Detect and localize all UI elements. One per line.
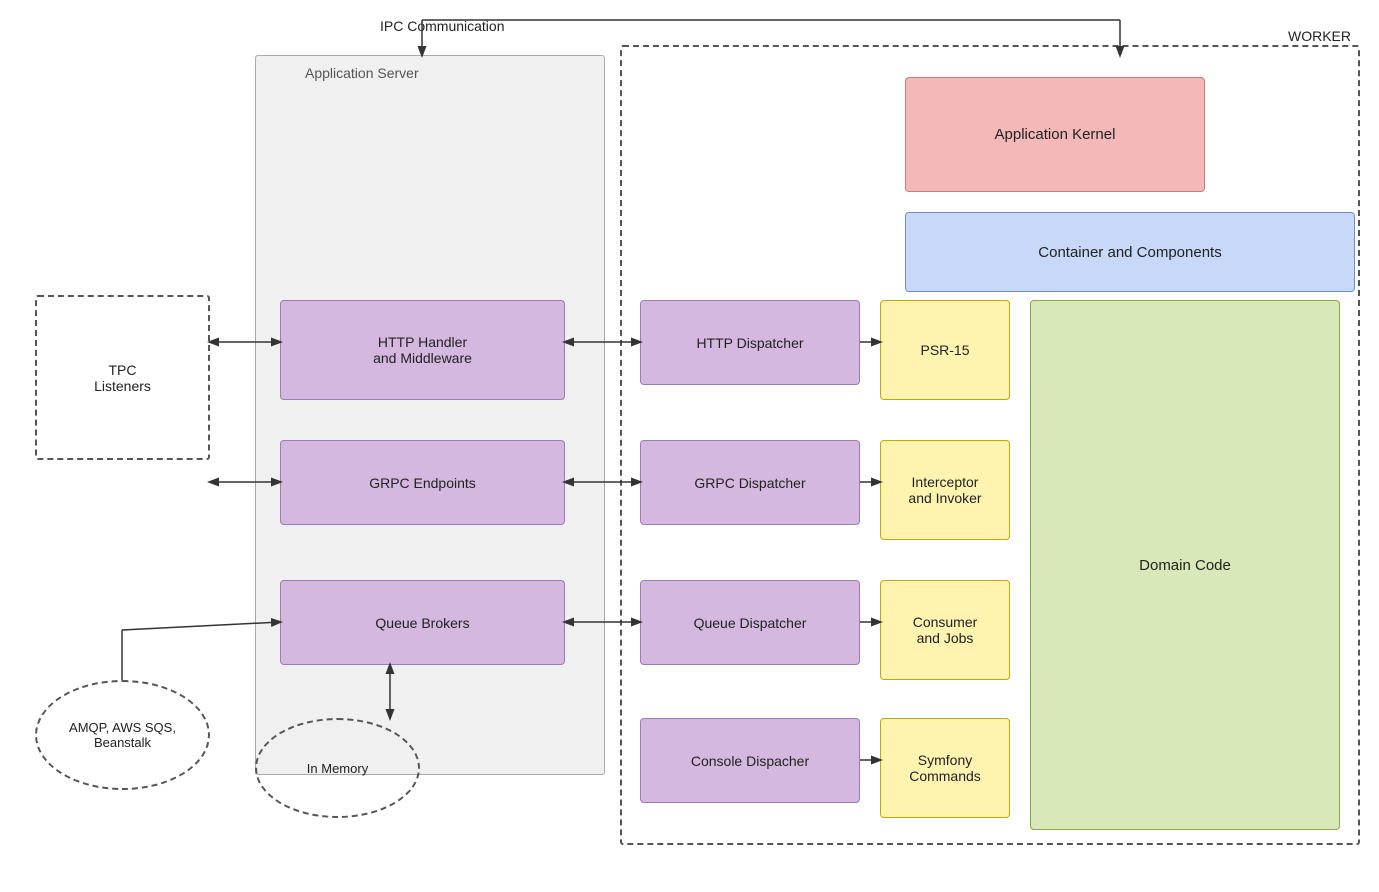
- app-server-box: [255, 55, 605, 775]
- tpc-box: TPCListeners: [35, 295, 210, 460]
- http-handler-label: HTTP Handlerand Middleware: [373, 334, 472, 366]
- domain-code-box: Domain Code: [1030, 300, 1340, 830]
- tpc-label: TPCListeners: [94, 362, 151, 394]
- in-memory-label: In Memory: [307, 761, 368, 776]
- app-kernel-label: Application Kernel: [995, 126, 1116, 143]
- ipc-label: IPC Communication: [380, 18, 505, 34]
- interceptor-label: Interceptorand Invoker: [908, 474, 981, 506]
- queue-dispatcher-box: Queue Dispatcher: [640, 580, 860, 665]
- http-handler-box: HTTP Handlerand Middleware: [280, 300, 565, 400]
- psr15-label: PSR-15: [920, 342, 969, 358]
- queue-brokers-label: Queue Brokers: [375, 615, 469, 631]
- app-kernel-box: Application Kernel: [905, 77, 1205, 192]
- http-dispatcher-box: HTTP Dispatcher: [640, 300, 860, 385]
- app-server-label: Application Server: [305, 65, 419, 81]
- consumer-jobs-label: Consumerand Jobs: [913, 614, 978, 646]
- amqp-cylinder: AMQP, AWS SQS,Beanstalk: [35, 680, 210, 790]
- queue-dispatcher-label: Queue Dispatcher: [694, 615, 807, 631]
- symfony-commands-box: SymfonyCommands: [880, 718, 1010, 818]
- grpc-endpoints-box: GRPC Endpoints: [280, 440, 565, 525]
- grpc-dispatcher-label: GRPC Dispatcher: [694, 475, 805, 491]
- interceptor-box: Interceptorand Invoker: [880, 440, 1010, 540]
- consumer-jobs-box: Consumerand Jobs: [880, 580, 1010, 680]
- worker-label: WORKER: [1288, 28, 1351, 44]
- amqp-label: AMQP, AWS SQS,Beanstalk: [69, 720, 176, 750]
- container-components-label: Container and Components: [1038, 244, 1221, 261]
- symfony-commands-label: SymfonyCommands: [909, 752, 981, 784]
- in-memory-cylinder: In Memory: [255, 718, 420, 818]
- queue-brokers-box: Queue Brokers: [280, 580, 565, 665]
- psr15-box: PSR-15: [880, 300, 1010, 400]
- domain-code-label: Domain Code: [1139, 557, 1231, 574]
- console-dispatcher-box: Console Dispacher: [640, 718, 860, 803]
- grpc-dispatcher-box: GRPC Dispatcher: [640, 440, 860, 525]
- http-dispatcher-label: HTTP Dispatcher: [696, 335, 803, 351]
- console-dispatcher-label: Console Dispacher: [691, 753, 809, 769]
- container-components-box: Container and Components: [905, 212, 1355, 292]
- grpc-endpoints-label: GRPC Endpoints: [369, 475, 476, 491]
- diagram: IPC Communication WORKER Application Ser…: [0, 0, 1379, 892]
